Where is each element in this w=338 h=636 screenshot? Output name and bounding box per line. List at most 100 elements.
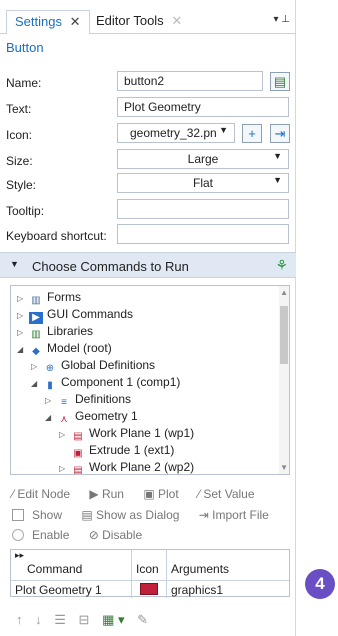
tooltip-field[interactable] xyxy=(117,199,289,219)
size-select[interactable]: Large ▼ xyxy=(117,149,289,169)
run-button[interactable]: ▶ Run xyxy=(89,487,132,501)
column-divider xyxy=(166,581,167,598)
move-up-icon[interactable]: ↑ xyxy=(16,612,23,627)
disable-button[interactable]: ⊘ Disable xyxy=(89,528,150,542)
collapsed-arrow-icon[interactable]: ▷ xyxy=(31,362,43,371)
expanded-arrow-icon[interactable]: ◢ xyxy=(17,345,29,354)
text-field[interactable]: Plot Geometry xyxy=(117,97,289,117)
expand-icon[interactable]: ▸▸ xyxy=(15,550,24,561)
arguments-cell[interactable]: graphics1 xyxy=(171,583,223,597)
tree-item[interactable]: ▷ ⊕ Global Definitions xyxy=(31,358,155,375)
name-field[interactable]: button2 xyxy=(117,71,263,91)
tree-icon[interactable]: ⊟ xyxy=(79,612,90,627)
import-file-label: Import File xyxy=(212,508,269,522)
column-header-arguments: Arguments xyxy=(171,562,230,576)
commands-table: ▸▸ Command Icon Arguments Plot Geometry … xyxy=(10,549,290,598)
definitions-icon: ≡ xyxy=(61,397,67,408)
tab-settings[interactable]: Settings ✕ xyxy=(6,10,90,34)
plot-button[interactable]: ▣ Plot xyxy=(143,487,186,501)
form-icon[interactable]: ▤ xyxy=(270,72,290,91)
component-icon: ▮ xyxy=(47,380,53,391)
style-row: Style: Flat ▼ xyxy=(6,173,290,195)
style-label: Style: xyxy=(6,178,37,192)
chevron-down-icon: ▼ xyxy=(273,151,282,161)
commands-section-title: Choose Commands to Run xyxy=(32,259,189,274)
show-label: Show xyxy=(32,508,63,522)
tab-editor-tools[interactable]: Editor Tools ✕ xyxy=(88,10,190,34)
edit-icon[interactable]: ✎ xyxy=(137,612,148,627)
close-icon[interactable]: ✕ xyxy=(171,13,182,28)
enable-button[interactable]: Enable xyxy=(12,528,77,542)
expanded-arrow-icon[interactable]: ◢ xyxy=(45,413,57,422)
commands-section-header[interactable]: ▼ Choose Commands to Run ⚘ xyxy=(0,252,296,278)
show-as-dialog-button[interactable]: ▤ Show as Dialog xyxy=(81,508,187,522)
tree-item[interactable]: ▣ Extrude 1 (ext1) xyxy=(59,443,174,460)
import-icon[interactable]: ⇥ xyxy=(270,124,290,143)
icon-select[interactable]: geometry_32.pn ▼ xyxy=(117,123,235,143)
tree-item[interactable]: ▷ ▥ Forms xyxy=(17,290,81,307)
shortcut-row: Keyboard shortcut: xyxy=(6,224,290,246)
scrollbar[interactable]: ▲ ▼ xyxy=(279,286,289,474)
geometry-icon: ⋏ xyxy=(60,414,68,425)
delete-icon[interactable]: ☰ xyxy=(54,612,66,627)
name-row: Name: button2 ▤ xyxy=(6,71,290,93)
style-select[interactable]: Flat ▼ xyxy=(117,173,289,193)
expanded-arrow-icon[interactable]: ◢ xyxy=(31,379,43,388)
tree-item[interactable]: ◢ ⋏ Geometry 1 xyxy=(45,409,138,426)
section-title: Button xyxy=(6,40,44,55)
table-row[interactable]: Plot Geometry 1 graphics1 xyxy=(11,580,289,598)
tree-item[interactable]: ▷ ≡ Definitions xyxy=(45,392,131,409)
collapsed-arrow-icon[interactable]: ▷ xyxy=(17,328,29,337)
collapsed-arrow-icon[interactable]: ▷ xyxy=(59,430,71,439)
set-value-button[interactable]: ⁄ Set Value xyxy=(198,487,263,501)
scroll-up-icon[interactable]: ▲ xyxy=(280,288,288,297)
tree-item[interactable]: ▷ ▤ Work Plane 2 (wp2) xyxy=(59,460,195,474)
scrollbar-thumb[interactable] xyxy=(280,306,288,364)
collapsed-arrow-icon[interactable]: ▷ xyxy=(17,294,29,303)
style-select-value: Flat xyxy=(192,176,213,190)
forms-icon: ▥ xyxy=(31,295,41,306)
disable-label: Disable xyxy=(102,528,143,542)
move-down-icon[interactable]: ↓ xyxy=(35,612,42,627)
tree-item[interactable]: ▷ ▥ Libraries xyxy=(17,324,93,341)
plot-icon[interactable] xyxy=(140,583,158,595)
globe-icon: ⊕ xyxy=(45,363,55,374)
tree-filter-icon[interactable]: ⚘ xyxy=(275,257,288,274)
collapsed-arrow-icon[interactable]: ▷ xyxy=(17,311,29,320)
chevron-down-icon: ▼ xyxy=(219,125,228,135)
table-options-icon[interactable]: ▦ ▾ xyxy=(102,612,124,627)
shortcut-field[interactable] xyxy=(117,224,289,244)
tree-item[interactable]: ◢ ▮ Component 1 (comp1) xyxy=(31,375,180,392)
add-icon[interactable]: + xyxy=(242,124,262,143)
chevron-down-icon: ▼ xyxy=(273,175,282,185)
command-cell[interactable]: Plot Geometry 1 xyxy=(15,583,102,597)
tree-item[interactable]: ▷ ▤ Work Plane 1 (wp1) xyxy=(59,426,194,443)
tree-item[interactable]: ◢ ◆ Model (root) xyxy=(17,341,112,358)
collapse-icon[interactable]: ▼ xyxy=(10,259,19,269)
tab-menu-icon[interactable]: ▾ ⊥ xyxy=(273,14,290,25)
tree-item-label: Forms xyxy=(47,290,81,304)
show-button[interactable]: Show xyxy=(12,508,70,522)
tab-editor-tools-label: Editor Tools xyxy=(96,13,164,28)
settings-panel: Settings ✕ Editor Tools ✕ ▾ ⊥ Button Nam… xyxy=(0,0,296,636)
icon-label: Icon: xyxy=(6,128,33,142)
tree-item-label: Work Plane 2 (wp2) xyxy=(89,460,195,474)
collapsed-arrow-icon[interactable]: ▷ xyxy=(59,464,71,473)
column-divider xyxy=(131,581,132,598)
table-toolbar: ↑ ↓ ☰ ⊟ ▦ ▾ ✎ xyxy=(16,612,157,628)
scroll-down-icon[interactable]: ▼ xyxy=(280,463,288,472)
tree-item-label: Definitions xyxy=(75,392,132,406)
name-label: Name: xyxy=(6,76,42,90)
tree-item[interactable]: ▷ ▶ GUI Commands xyxy=(17,307,133,324)
size-label: Size: xyxy=(6,154,33,168)
step-badge: 4 xyxy=(305,569,335,599)
import-file-button[interactable]: ⇥ Import File xyxy=(199,508,277,522)
collapsed-arrow-icon[interactable]: ▷ xyxy=(45,396,57,405)
edit-node-button[interactable]: ⁄ Edit Node xyxy=(12,487,78,501)
action-row: ⁄ Edit Node ▶ Run ▣ Plot ⁄ Set Value xyxy=(12,487,271,501)
close-icon[interactable]: ✕ xyxy=(70,14,81,29)
shortcut-label: Keyboard shortcut: xyxy=(6,229,107,243)
command-tree[interactable]: ▷ ▥ Forms ▷ ▶ GUI Commands ▷ ▥ Libraries ◢ ◆ Model … xyxy=(10,285,290,475)
size-row: Size: Large ▼ xyxy=(6,149,290,171)
column-divider xyxy=(166,550,167,580)
